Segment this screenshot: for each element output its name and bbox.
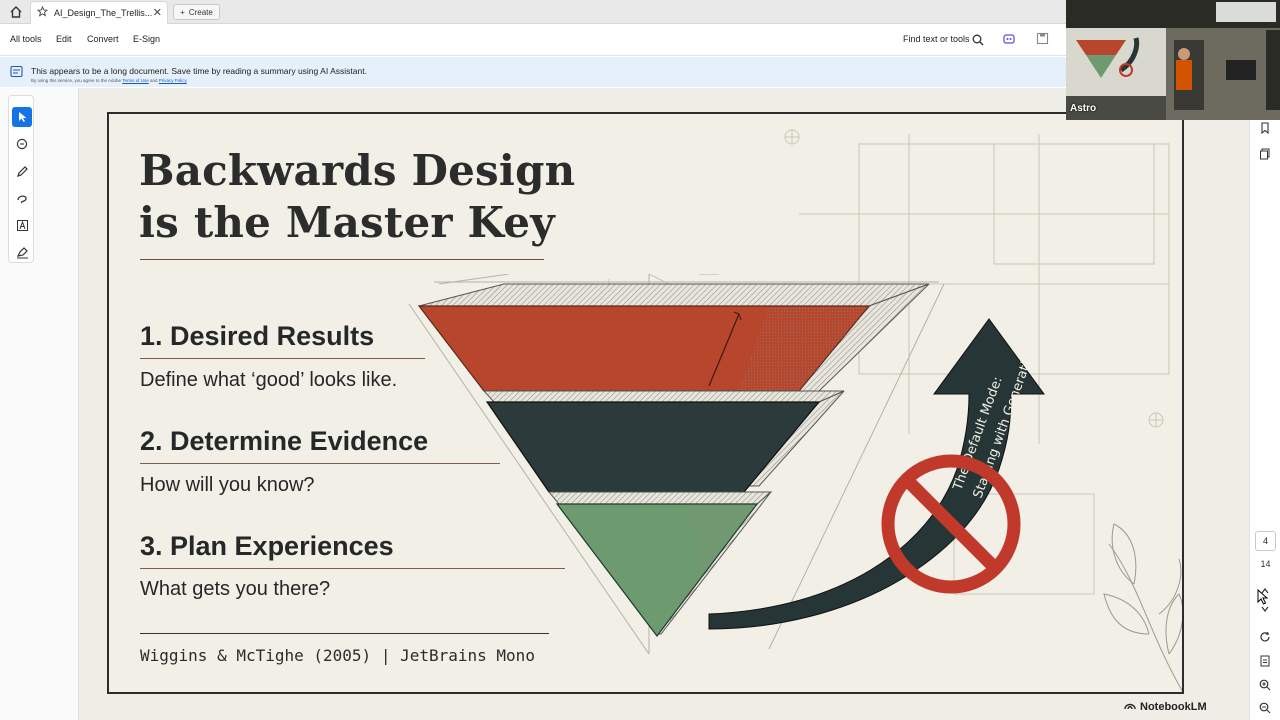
video-call-overlay: Astro <box>1066 0 1280 120</box>
participant-name: Astro <box>1070 103 1097 114</box>
search-icon[interactable] <box>972 33 984 51</box>
draw-tool-icon[interactable] <box>12 188 32 208</box>
menu-convert[interactable]: Convert <box>87 34 119 44</box>
bookmark-icon[interactable] <box>1257 120 1273 136</box>
step-2-title: 2. Determine Evidence <box>140 426 429 456</box>
step-1-subtitle: Define what ‘good’ looks like. <box>140 369 398 391</box>
mouse-cursor <box>1257 589 1269 605</box>
step-1-title: 1. Desired Results <box>140 321 375 351</box>
document-viewport[interactable]: Backwards Design is the Master Key 1. De… <box>79 88 1249 720</box>
notebooklm-label: NotebookLM <box>1140 700 1207 713</box>
banner-legal: By using this service, you agree to the … <box>31 78 187 83</box>
privacy-link[interactable]: Privacy Policy <box>159 78 187 83</box>
notebooklm-watermark: NotebookLM <box>1124 700 1207 713</box>
default-mode-arrow: The Default Mode: Starting with Generati… <box>708 318 1045 630</box>
menu-edit[interactable]: Edit <box>56 34 72 44</box>
step-1-rule <box>140 358 425 359</box>
notebooklm-icon <box>1124 700 1136 713</box>
document-tab[interactable]: AI_Design_The_Trellis... ✕ <box>30 1 168 24</box>
banner-message: This appears to be a long document. Save… <box>31 66 367 76</box>
legal-prefix: By using this service, you agree to the … <box>31 78 122 83</box>
plus-icon: + <box>180 7 185 17</box>
step-3-title: 3. Plan Experiences <box>140 531 394 561</box>
comment-tool-icon[interactable] <box>12 134 32 154</box>
slide-title-line2: is the Master Key <box>139 198 555 247</box>
select-tool-icon[interactable] <box>12 107 32 127</box>
ai-assistant-icon[interactable] <box>1002 32 1016 51</box>
home-icon[interactable] <box>6 3 26 21</box>
zoom-in-icon[interactable] <box>1257 677 1273 693</box>
save-icon[interactable] <box>1036 32 1049 50</box>
presenter-video <box>1066 0 1280 120</box>
current-page-input[interactable]: 4 <box>1255 531 1276 551</box>
menu-esign[interactable]: E-Sign <box>133 34 160 44</box>
title-underline <box>140 259 544 260</box>
text-tool-icon[interactable] <box>12 215 32 235</box>
close-tab-icon[interactable]: ✕ <box>153 6 162 19</box>
pages-icon[interactable] <box>1257 146 1273 162</box>
ai-summary-icon <box>10 65 23 83</box>
tab-title: AI_Design_The_Trellis... <box>54 8 153 18</box>
total-pages: 14 <box>1260 559 1271 569</box>
step-3-subtitle: What gets you there? <box>140 578 331 600</box>
create-button[interactable]: + Create <box>173 4 220 20</box>
find-text-button[interactable]: Find text or tools <box>903 34 970 44</box>
quick-tools-rail <box>8 95 34 263</box>
create-label: Create <box>188 7 213 17</box>
menu-all-tools[interactable]: All tools <box>10 34 42 44</box>
step-2-subtitle: How will you know? <box>140 474 315 496</box>
slide-page: Backwards Design is the Master Key 1. De… <box>107 112 1184 694</box>
prohibited-icon <box>881 454 1021 594</box>
doc-info-icon[interactable] <box>1257 653 1273 669</box>
star-icon[interactable] <box>36 4 49 22</box>
zoom-out-icon[interactable] <box>1257 700 1273 716</box>
legal-and: and <box>150 78 158 83</box>
highlight-tool-icon[interactable] <box>12 161 32 181</box>
refresh-icon[interactable] <box>1257 629 1273 645</box>
terms-link[interactable]: Terms of Use <box>122 78 149 83</box>
slide-title-line1: Backwards Design <box>139 146 576 195</box>
right-rail: 4 14 <box>1249 88 1280 720</box>
sign-tool-icon[interactable] <box>12 242 32 262</box>
